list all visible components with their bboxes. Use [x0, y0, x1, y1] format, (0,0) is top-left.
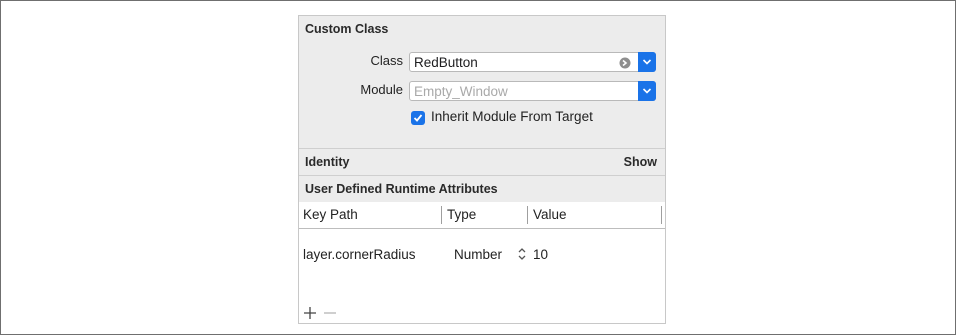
identity-header[interactable]: Identity: [299, 149, 665, 175]
class-value[interactable]: RedButton: [414, 54, 478, 71]
column-header-value[interactable]: Value: [533, 202, 567, 228]
chevron-down-icon: [642, 59, 652, 65]
runtime-attributes-table: Key Path Type Value layer.cornerRadius N…: [299, 202, 665, 323]
row-value[interactable]: 10: [533, 247, 548, 262]
class-combobox[interactable]: RedButton: [409, 52, 656, 72]
module-label: Module: [360, 82, 403, 97]
arrow-circle-icon[interactable]: [619, 56, 631, 69]
identity-show-button[interactable]: Show: [624, 149, 657, 175]
remove-attribute-button[interactable]: [323, 306, 337, 320]
column-separator: [661, 206, 662, 224]
chevron-down-icon: [642, 88, 652, 94]
identity-inspector-panel: Custom Class Class RedButton Module Empt…: [298, 15, 666, 324]
plus-icon: [304, 307, 316, 319]
inherit-module-label[interactable]: Inherit Module From Target: [431, 109, 593, 124]
table-header-row: Key Path Type Value: [299, 202, 665, 229]
class-dropdown-button[interactable]: [638, 52, 656, 72]
custom-class-header: Custom Class: [305, 22, 389, 36]
class-label: Class: [370, 53, 403, 68]
row-key-path[interactable]: layer.cornerRadius: [303, 247, 416, 262]
module-placeholder[interactable]: Empty_Window: [414, 83, 508, 100]
minus-icon: [324, 312, 336, 314]
column-header-type[interactable]: Type: [447, 202, 476, 228]
add-attribute-button[interactable]: [303, 306, 317, 320]
row-type[interactable]: Number: [454, 247, 502, 262]
inherit-module-checkbox[interactable]: [411, 111, 425, 125]
checkmark-icon: [413, 114, 423, 122]
runtime-attributes-header: User Defined Runtime Attributes: [305, 182, 498, 196]
up-down-stepper-icon[interactable]: [517, 247, 527, 266]
column-header-key-path[interactable]: Key Path: [303, 202, 358, 228]
column-separator[interactable]: [441, 206, 442, 224]
module-combobox[interactable]: Empty_Window: [409, 81, 656, 101]
module-dropdown-button[interactable]: [638, 81, 656, 101]
column-separator[interactable]: [527, 206, 528, 224]
